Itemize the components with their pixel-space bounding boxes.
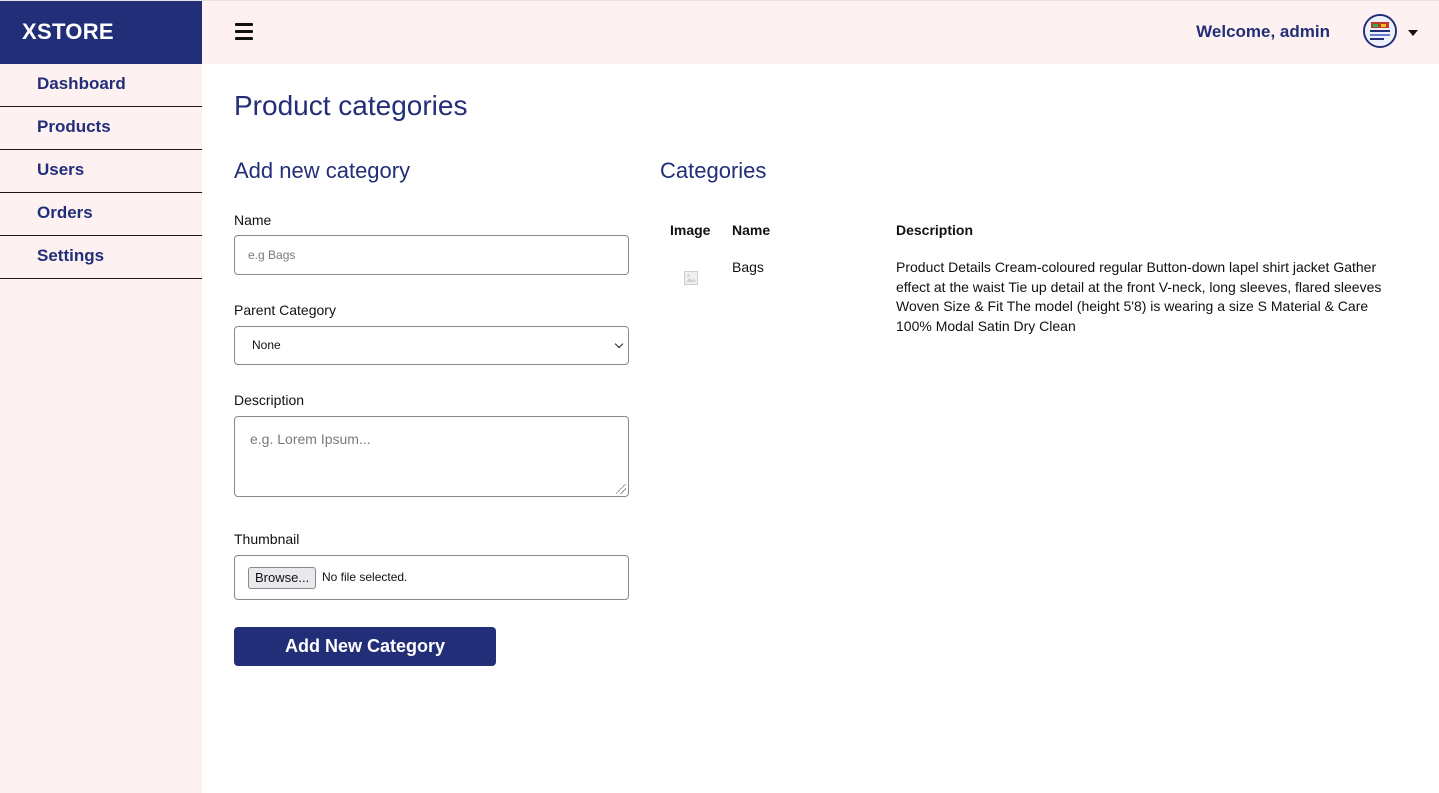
column-header-name: Name [732,222,771,238]
sidebar: XSTORE Dashboard Products Users Orders S… [0,0,202,793]
chevron-down-icon [614,339,624,349]
app: XSTORE Dashboard Products Users Orders S… [0,0,1439,793]
parent-category-select[interactable]: None [234,326,629,365]
description-textarea[interactable] [234,416,629,497]
hamburger-line [235,37,253,40]
sidebar-item-dashboard[interactable]: Dashboard [0,64,202,107]
brand-logo[interactable]: XSTORE [0,0,202,64]
category-description: Product Details Cream-coloured regular B… [896,259,1382,334]
add-category-button[interactable]: Add New Category [234,627,496,666]
column-header-description: Description [896,222,974,238]
avatar-image [1365,16,1395,46]
sidebar-item-users[interactable]: Users [0,150,202,193]
description-label: Description [234,392,305,408]
file-status-text: No file selected. [322,570,408,584]
sidebar-item-products[interactable]: Products [0,107,202,150]
welcome-text: Welcome, admin [1196,22,1330,41]
top-bar: Welcome, admin [202,0,1439,64]
form-title: Add new category [234,158,411,183]
hamburger-line [235,23,253,26]
resize-handle-icon[interactable] [616,484,626,494]
column-header-image: Image [670,222,711,238]
thumbnail-label: Thumbnail [234,531,300,547]
browse-button[interactable]: Browse... [248,567,317,589]
avatar[interactable] [1363,14,1397,48]
hamburger-icon[interactable] [235,23,253,41]
hamburger-line [235,30,253,33]
page-title: Product categories [234,90,468,121]
parent-category-label: Parent Category [234,302,336,318]
broken-image-icon [684,271,698,285]
categories-title: Categories [660,158,767,183]
name-input[interactable] [234,235,629,275]
sidebar-item-orders[interactable]: Orders [0,193,202,236]
parent-category-value: None [252,338,281,352]
sidebar-item-settings[interactable]: Settings [0,236,202,279]
sidebar-nav: Dashboard Products Users Orders Settings [0,64,202,279]
category-name: Bags [732,259,764,275]
thumbnail-file-input: Browse... No file selected. [234,555,629,600]
main-content: Product categories Add new category Name… [202,64,1439,793]
name-label: Name [234,212,272,228]
caret-down-icon[interactable] [1408,30,1418,36]
